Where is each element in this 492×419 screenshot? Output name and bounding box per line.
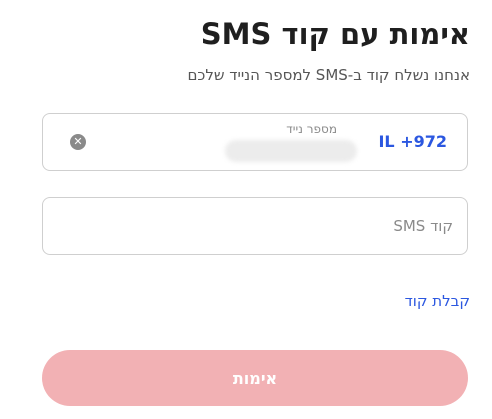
phone-field[interactable]: IL +972 מספר נייד ✕ <box>42 113 468 171</box>
clear-icon[interactable]: ✕ <box>70 134 86 150</box>
get-code-link[interactable]: קבלת קוד <box>405 292 470 310</box>
verify-button[interactable]: אימות <box>42 350 468 406</box>
sms-code-input[interactable] <box>43 198 467 254</box>
page-title: אימות עם קוד SMS <box>200 17 470 51</box>
page-subtitle: אנחנו נשלח קוד ב-SMS למספר הנייד שלכם <box>187 66 470 84</box>
phone-field-label: מספר נייד <box>286 122 337 136</box>
sms-verification-page: אימות עם קוד SMS אנחנו נשלח קוד ב-SMS למ… <box>0 0 492 419</box>
phone-number-value-redacted[interactable] <box>225 140 357 162</box>
country-code-selector[interactable]: IL +972 <box>378 132 447 151</box>
sms-code-field[interactable] <box>42 197 468 255</box>
